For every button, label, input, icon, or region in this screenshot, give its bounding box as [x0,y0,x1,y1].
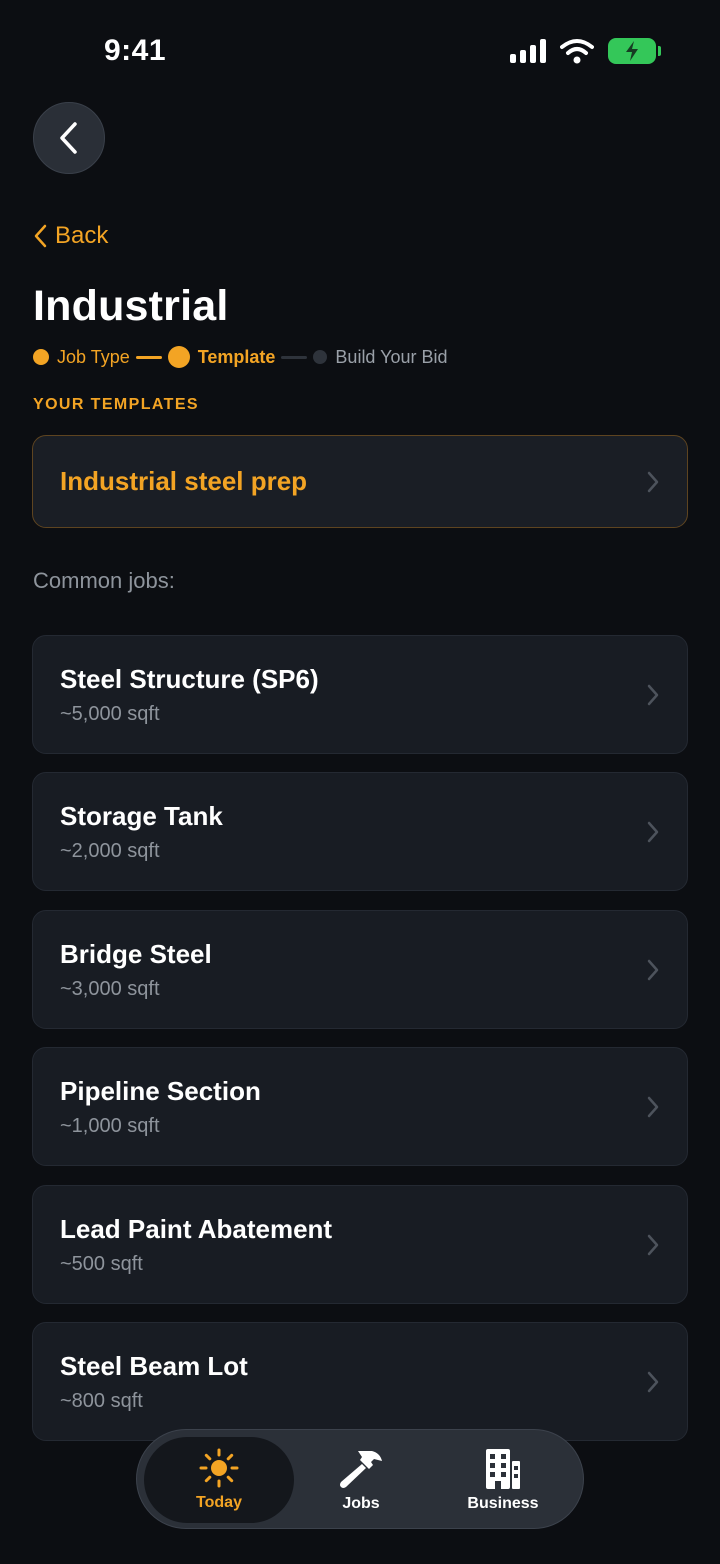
step-build-your-bid: Build Your Bid [313,346,448,368]
tab-label: Business [467,1495,539,1512]
back-circle-button[interactable] [33,102,105,174]
job-title: Steel Structure (SP6) [60,664,319,694]
job-size: ~2,000 sqft [60,840,160,862]
job-card[interactable]: Bridge Steel ~3,000 sqft [32,910,688,1029]
back-link[interactable]: Back [33,222,108,250]
step-label: Build Your Bid [335,346,448,367]
job-card[interactable]: Steel Structure (SP6) ~5,000 sqft [32,635,688,754]
job-card[interactable]: Steel Beam Lot ~800 sqft [32,1322,688,1441]
job-size: ~3,000 sqft [60,978,160,1000]
status-icons [510,38,661,64]
progress-stepper: Job Type Template Build Your Bid [33,344,448,370]
job-title: Steel Beam Lot [60,1351,248,1381]
job-size: ~800 sqft [60,1390,143,1412]
tab-jobs[interactable]: Jobs [286,1437,436,1523]
your-templates-heading: YOUR TEMPLATES [33,396,199,413]
building-icon [486,1449,520,1489]
job-size: ~5,000 sqft [60,703,160,725]
chevron-right-icon [647,821,659,842]
template-name: Industrial steel prep [60,466,308,496]
hammer-icon [340,1451,382,1488]
wifi-icon [560,39,594,64]
job-size: ~1,000 sqft [60,1115,160,1137]
job-card[interactable]: Storage Tank ~2,000 sqft [32,772,688,891]
job-size: ~500 sqft [60,1253,143,1275]
battery-charging-icon [608,38,661,64]
page-title: Industrial [33,282,229,330]
job-title: Pipeline Section [60,1076,261,1106]
step-job-type[interactable]: Job Type [33,347,130,368]
step-label: Job Type [57,346,130,367]
tab-bar: Today Jobs Business [136,1429,584,1529]
step-dot-upcoming [313,350,328,364]
screen: 9:41 Back Industrial Job Type Template B… [0,0,720,1564]
chevron-right-icon [647,1371,659,1392]
step-template: Template [167,346,276,368]
step-connector [135,355,162,359]
job-title: Storage Tank [60,801,223,831]
chevron-right-icon [647,1234,659,1255]
chevron-left-icon [60,122,77,154]
chevron-right-icon [647,1096,659,1117]
tab-label: Jobs [342,1495,380,1512]
job-title: Lead Paint Abatement [60,1214,333,1244]
tab-today[interactable]: Today [144,1437,294,1523]
step-connector [281,355,308,359]
chevron-left-icon [34,224,47,248]
job-card[interactable]: Pipeline Section ~1,000 sqft [32,1047,688,1166]
job-card[interactable]: Lead Paint Abatement ~500 sqft [32,1185,688,1304]
step-dot-active [167,346,190,368]
tab-label: Today [196,1494,242,1511]
back-label: Back [55,222,109,249]
chevron-right-icon [647,471,659,492]
sun-icon [199,1448,239,1488]
step-dot-done [33,349,49,365]
status-time: 9:41 [104,34,167,67]
template-card[interactable]: Industrial steel prep [32,435,688,528]
tab-business[interactable]: Business [428,1437,578,1523]
chevron-right-icon [647,684,659,705]
step-label: Template [197,346,276,367]
cellular-signal-icon [510,39,546,63]
job-title: Bridge Steel [60,939,212,969]
chevron-right-icon [647,959,659,980]
common-jobs-label: Common jobs: [33,568,175,593]
